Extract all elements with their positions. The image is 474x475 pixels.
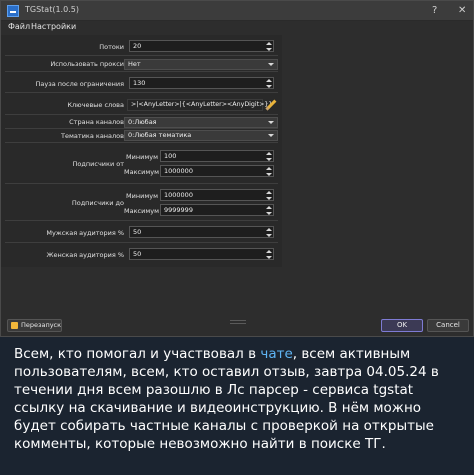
subs-from-max-label: Максимум [124,168,159,176]
help-button[interactable]: ? [432,4,437,17]
pause-spinbox[interactable]: 130 [129,77,274,89]
menu-bar: Файл Настройки [1,21,473,34]
subs-to-min-spinbox[interactable]: 1000000 [160,189,274,201]
female-audience-label: Женская аудитория % [46,251,124,259]
subs-to-min-value: 1000000 [164,191,193,199]
male-audience-spinbox[interactable]: 50 [129,226,274,238]
chevron-down-icon [268,63,274,66]
subs-from-row: Подписчики от Минимум 100 Максимум 10000… [5,143,278,184]
male-audience-label: Мужская аудитория % [46,229,124,237]
pause-row: Пауза после ограничения 130 [5,72,278,93]
subs-to-max-value: 9999999 [164,206,193,214]
spin-arrows-icon[interactable] [266,167,272,176]
restart-icon [11,322,18,329]
chat-link[interactable]: чате [260,346,292,362]
keywords-field[interactable]: >|<AnyLetter>|{<AnyLetter><AnyDigit>}} [127,99,272,111]
keywords-label: Ключевые слова [67,101,124,109]
spin-arrows-icon[interactable] [266,152,272,161]
window-title: TGStat(1.0.5) [25,5,79,14]
menu-settings[interactable]: Настройки [31,22,76,31]
country-label: Страна каналов [69,118,124,126]
spin-arrows-icon[interactable] [266,228,272,237]
pause-value: 130 [133,79,146,87]
subs-from-max-value: 1000000 [164,167,193,175]
threads-spinbox[interactable]: 20 [129,40,274,52]
female-audience-value: 50 [133,250,142,258]
subs-from-max-spinbox[interactable]: 1000000 [160,165,274,177]
topic-label: Тематика каналов [61,132,124,140]
cancel-button[interactable]: Cancel [427,319,469,332]
country-row: Страна каналов 0:Любая [5,115,278,129]
threads-row: Потоки 20 [5,37,278,56]
female-audience-row: Женская аудитория % 50 [5,243,278,265]
proxy-row: Использовать прокси Нет [5,56,278,72]
keywords-row: Ключевые слова >|<AnyLetter>|{<AnyLetter… [5,93,278,115]
subs-to-min-label: Минимум [126,192,158,200]
spin-arrows-icon[interactable] [266,191,272,200]
topic-select[interactable]: 0:Любая тематика [124,130,278,141]
app-window: TGStat(1.0.5) ? ✕ Файл Настройки Потоки … [0,0,474,337]
chat-message: Всем, кто помогал и участвовал в чате, в… [14,345,464,453]
spin-arrows-icon[interactable] [266,206,272,215]
chevron-down-icon [268,134,274,137]
subs-to-label: Подписчики до [71,199,124,207]
threads-value: 20 [133,42,142,50]
pause-label: Пауза после ограничения [35,80,124,88]
message-text-start: Всем, кто помогал и участвовал в [14,346,261,362]
pencil-edit-icon[interactable] [265,100,276,111]
spin-arrows-icon[interactable] [266,79,272,88]
topic-row: Тематика каналов 0:Любая тематика [5,129,278,143]
topic-value: 0:Любая тематика [128,131,192,139]
subs-from-min-label: Минимум [126,153,158,161]
proxy-select[interactable]: Нет [124,59,278,70]
subs-from-min-spinbox[interactable]: 100 [160,150,274,162]
chevron-down-icon [268,121,274,124]
subs-to-max-spinbox[interactable]: 9999999 [160,204,274,216]
ok-label: OK [396,321,408,329]
proxy-value: Нет [128,60,141,68]
male-audience-value: 50 [133,228,142,236]
spin-arrows-icon[interactable] [266,42,272,51]
country-select[interactable]: 0:Любая [124,117,278,128]
close-button[interactable]: ✕ [458,4,466,17]
subs-to-max-label: Максимум [124,207,159,215]
male-audience-row: Мужская аудитория % 50 [5,221,278,243]
subs-from-label: Подписчики от [72,160,124,168]
female-audience-spinbox[interactable]: 50 [129,248,274,260]
subs-from-min-value: 100 [164,152,177,160]
menu-file[interactable]: Файл [8,22,30,31]
subs-to-row: Подписчики до Минимум 1000000 Максимум 9… [5,184,278,221]
restart-button[interactable]: Перезапуск [7,319,62,332]
cancel-label: Cancel [436,321,460,329]
resize-grip-line [230,323,246,324]
ok-button[interactable]: OK [381,319,423,332]
spin-arrows-icon[interactable] [266,250,272,259]
keywords-value: >|<AnyLetter>|{<AnyLetter><AnyDigit>}} [131,101,273,108]
app-logo-icon [7,5,19,17]
country-value: 0:Любая [128,118,157,126]
proxy-label: Использовать прокси [50,60,124,68]
settings-form: Потоки 20 Использовать прокси Нет Пауза … [1,35,282,267]
restart-label: Перезапуск [21,321,62,329]
title-bar: TGStat(1.0.5) ? ✕ [1,1,473,21]
threads-label: Потоки [99,43,124,51]
resize-grip[interactable] [230,320,246,321]
